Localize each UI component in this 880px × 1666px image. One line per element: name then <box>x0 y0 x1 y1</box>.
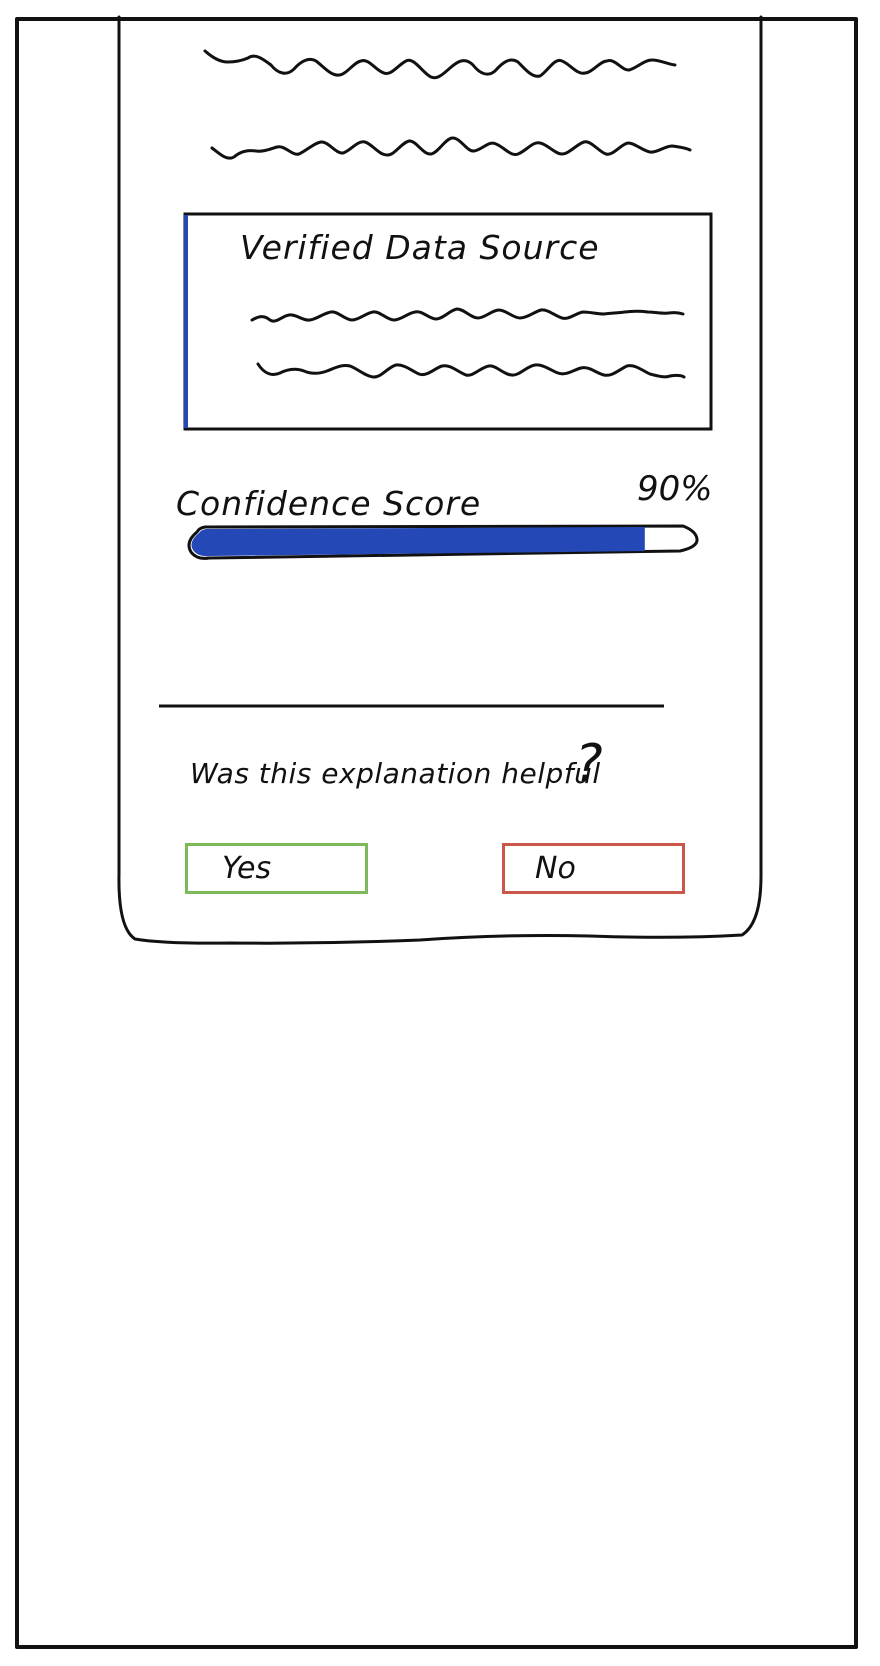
yes-button-label: Yes <box>222 851 272 886</box>
placeholder-text-line <box>256 362 686 379</box>
no-button-label: No <box>535 851 576 886</box>
placeholder-text-line <box>210 136 692 160</box>
verified-source-title: Verified Data Source <box>240 228 600 267</box>
feedback-question: Was this explanation helpful <box>190 757 601 790</box>
question-mark-icon: ? <box>575 734 603 794</box>
no-button[interactable]: No <box>502 843 685 894</box>
confidence-score-label: Confidence Score <box>176 484 482 523</box>
yes-button[interactable]: Yes <box>185 843 368 894</box>
placeholder-text-line <box>203 49 677 80</box>
placeholder-text-line <box>250 307 685 323</box>
confidence-progress-fill <box>191 527 645 557</box>
confidence-score-value: 90% <box>637 469 713 509</box>
